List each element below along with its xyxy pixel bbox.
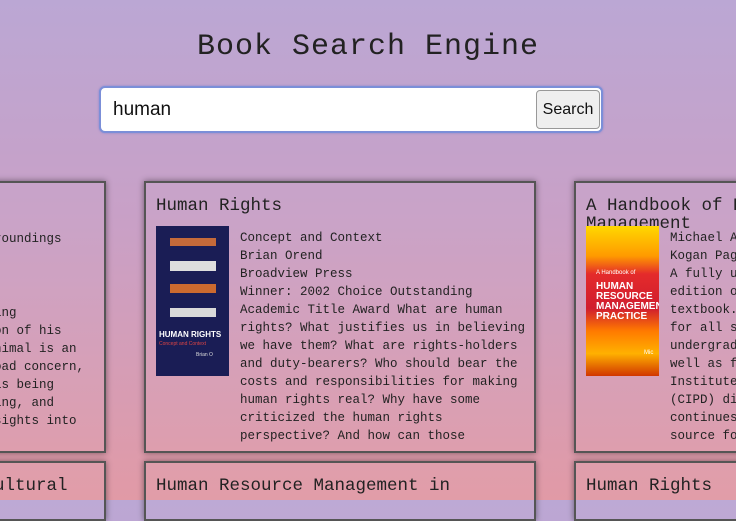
cover-title: HUMAN RESOURCE MANAGEMENT PRACTICE bbox=[596, 281, 659, 322]
book-publisher: Broadview Press bbox=[240, 267, 353, 281]
book-cover-image: A Handbook of HUMAN RESOURCE MANAGEMENT … bbox=[586, 226, 659, 376]
page-title: Book Search Engine bbox=[196, 30, 540, 64]
book-description-line: criticized the human rights bbox=[240, 411, 443, 425]
book-card[interactable]: A Handbook of Human Resource Management … bbox=[574, 181, 736, 453]
book-subtitle: Concept and Context bbox=[240, 231, 383, 245]
book-cover-image: HUMAN RIGHTS Concept and Context Brian O bbox=[156, 226, 229, 376]
book-card[interactable]: Human Rights HUMAN RIGHTS Concept and Co… bbox=[144, 181, 536, 453]
book-info: Michael A Kogan Pag A fully up edition o… bbox=[670, 231, 736, 443]
book-description: roundings ing on of his nimal is an oad … bbox=[0, 232, 85, 428]
search-bar: Search bbox=[99, 86, 603, 133]
book-title: Human Rights bbox=[156, 196, 283, 216]
cover-author: Brian O bbox=[196, 352, 213, 358]
book-description-line: Academic Title Award What are human bbox=[240, 303, 503, 317]
search-button[interactable]: Search bbox=[536, 90, 600, 129]
cover-author: Mic bbox=[644, 350, 654, 356]
cover-subtitle: Concept and Context bbox=[159, 341, 206, 347]
book-card[interactable]: roundings ing on of his nimal is an oad … bbox=[0, 181, 106, 453]
book-description-line: perspective? And how can those bbox=[240, 429, 466, 443]
book-description-line: Winner: 2002 Choice Outstanding bbox=[240, 285, 473, 299]
book-card[interactable]: Human Resource Management in bbox=[144, 461, 536, 521]
book-title: Human Resource Management in bbox=[156, 476, 451, 496]
book-author: Brian Orend bbox=[240, 249, 323, 263]
book-title: ultural bbox=[0, 476, 68, 496]
book-description-line: costs and responsibilities for making bbox=[240, 375, 518, 389]
search-input[interactable] bbox=[113, 88, 528, 131]
book-description-line: we have them? What are rights-holders bbox=[240, 339, 518, 353]
book-title: Human Rights bbox=[586, 476, 713, 496]
book-card[interactable]: Human Rights bbox=[574, 461, 736, 521]
cover-title: HUMAN RIGHTS bbox=[159, 330, 222, 339]
book-description-line: and duty-bearers? Who should bear the bbox=[240, 357, 518, 371]
book-card[interactable]: ultural bbox=[0, 461, 106, 521]
book-info: Concept and Context Brian Orend Broadvie… bbox=[240, 229, 532, 445]
book-description-line: rights? What justifies us in believing bbox=[240, 321, 526, 335]
book-description-line: human rights real? Why have some bbox=[240, 393, 481, 407]
cover-small-title: A Handbook of bbox=[596, 270, 636, 276]
